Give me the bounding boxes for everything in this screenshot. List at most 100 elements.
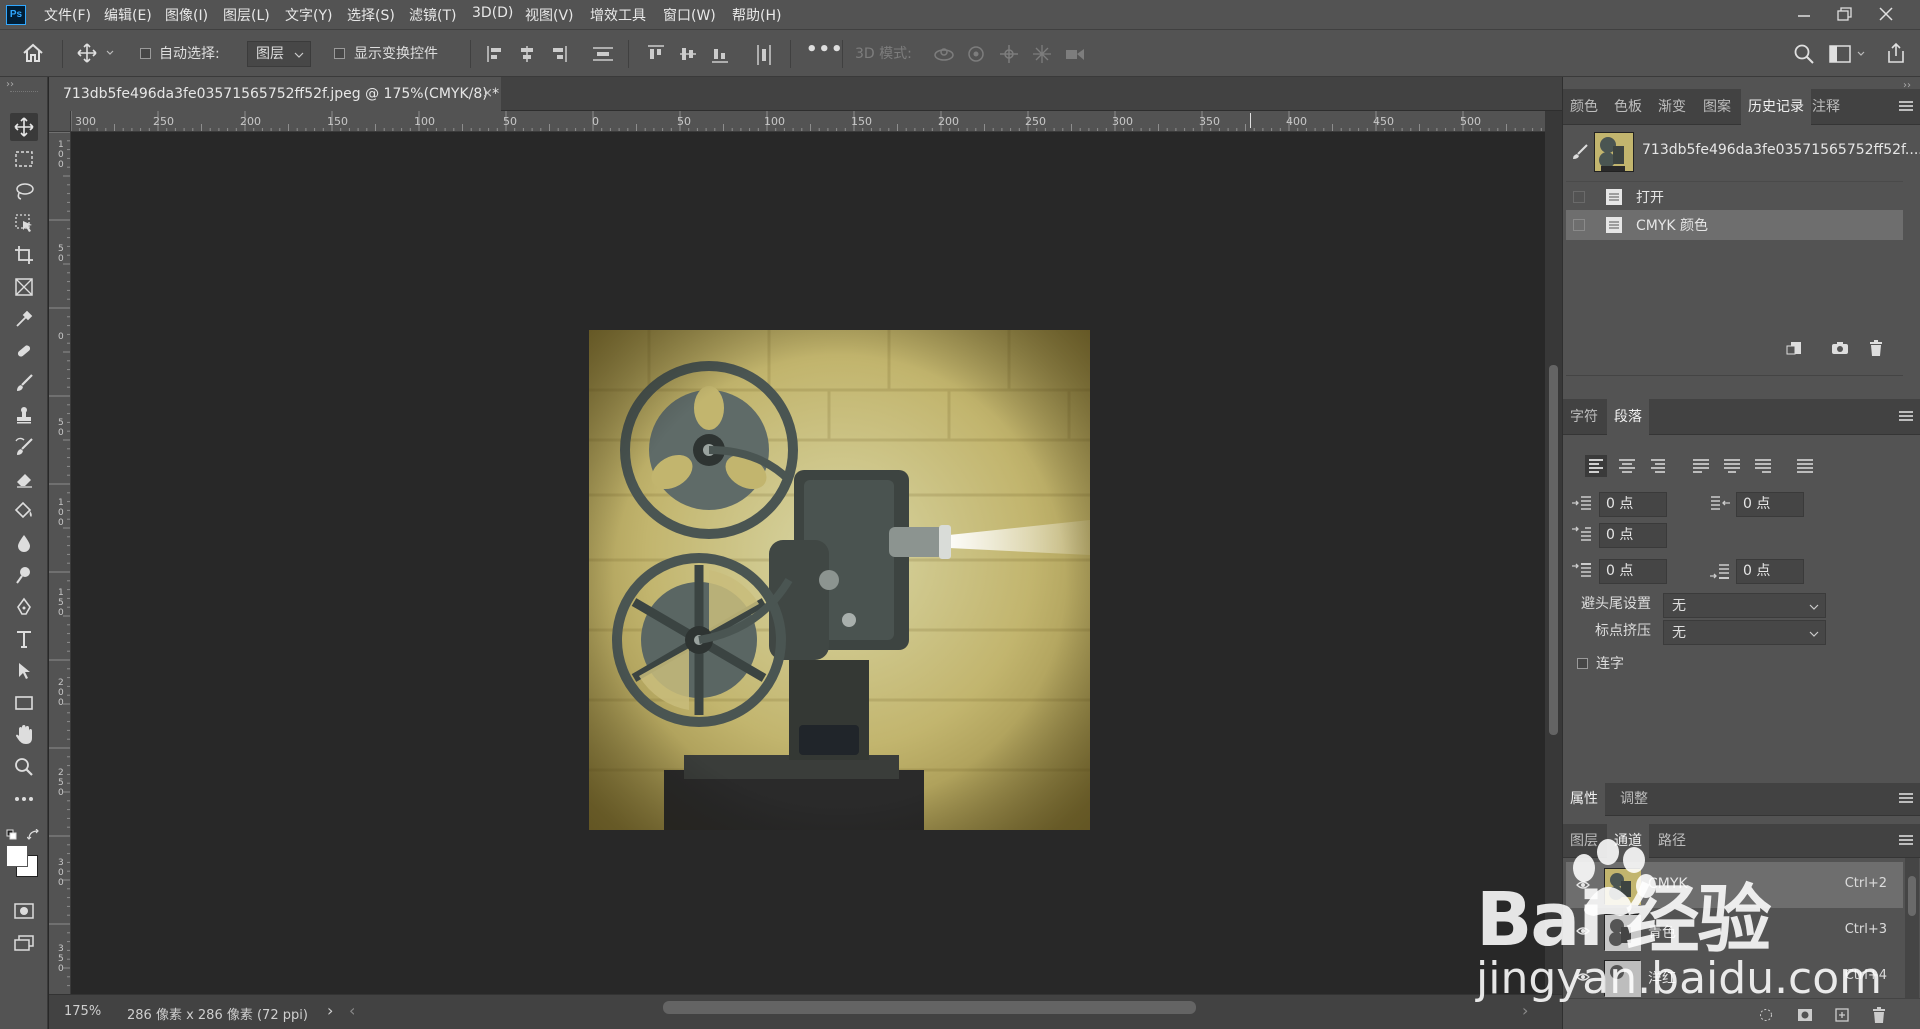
eye-icon[interactable] bbox=[1576, 924, 1590, 938]
panel-menu-icon[interactable] bbox=[1899, 835, 1913, 845]
ruler-origin[interactable] bbox=[49, 111, 71, 132]
channel-row-cyan[interactable]: 青色 Ctrl+3 bbox=[1566, 908, 1903, 954]
channels-scrollbar[interactable] bbox=[1905, 858, 1919, 998]
tab-character[interactable]: 字符 bbox=[1563, 399, 1605, 435]
tab-paths[interactable]: 路径 bbox=[1651, 824, 1693, 858]
history-brush-icon[interactable] bbox=[10, 433, 38, 461]
menu-view[interactable]: 视图(V) bbox=[525, 5, 574, 25]
distribute-icon[interactable] bbox=[592, 44, 614, 64]
kinsoku-dropdown[interactable]: 无 bbox=[1663, 593, 1826, 618]
share-icon[interactable] bbox=[1885, 42, 1907, 64]
healing-brush-icon[interactable] bbox=[10, 337, 38, 365]
pen-icon[interactable] bbox=[10, 593, 38, 621]
auto-select-checkbox[interactable] bbox=[140, 48, 151, 59]
hand-icon[interactable] bbox=[10, 721, 38, 749]
hyphenate-checkbox[interactable] bbox=[1577, 658, 1588, 669]
move-tool-preset-icon[interactable] bbox=[76, 42, 116, 64]
default-colors-icon[interactable] bbox=[6, 829, 18, 841]
eyedropper-icon[interactable] bbox=[10, 305, 38, 333]
snapshot-thumbnail[interactable] bbox=[1594, 132, 1634, 172]
status-menu-arrow[interactable]: › bbox=[327, 1001, 333, 1020]
minimize-icon[interactable] bbox=[1784, 0, 1824, 30]
tab-history[interactable]: 历史记录 bbox=[1741, 89, 1811, 125]
blur-icon[interactable] bbox=[10, 529, 38, 557]
indent-left-input[interactable]: 0 点 bbox=[1599, 492, 1667, 517]
menu-file[interactable]: 文件(F) bbox=[44, 5, 91, 25]
align-right-edges-icon[interactable] bbox=[548, 44, 568, 64]
auto-select-target-dropdown[interactable]: 图层 bbox=[247, 41, 311, 67]
horizontal-ruler[interactable]: 300 250 200 150 100 50 0 50 100 150 200 … bbox=[71, 111, 1545, 132]
eye-icon[interactable] bbox=[1576, 970, 1590, 984]
more-options-button[interactable]: ••• bbox=[806, 39, 844, 60]
horizontal-scroll-thumb[interactable] bbox=[663, 1001, 1196, 1014]
workspace-icon[interactable] bbox=[1829, 44, 1869, 64]
menu-type[interactable]: 文字(Y) bbox=[285, 5, 332, 25]
vertical-ruler[interactable]: 1 0 0 5 0 0 5 0 1 0 0 1 5 0 2 0 0 2 5 0 … bbox=[49, 132, 71, 994]
tab-layers[interactable]: 图层 bbox=[1563, 824, 1605, 858]
snapshot-name[interactable]: 713db5fe496da3fe03571565752ff52f.... bbox=[1642, 142, 1920, 158]
document-image[interactable] bbox=[589, 330, 1090, 830]
indent-first-line-input[interactable]: 0 点 bbox=[1599, 523, 1667, 548]
justify-last-center-icon[interactable] bbox=[1721, 455, 1743, 477]
zoom-level[interactable]: 175% bbox=[64, 1004, 101, 1019]
paint-bucket-icon[interactable] bbox=[10, 497, 38, 525]
scroll-left-arrow[interactable]: ‹ bbox=[349, 1001, 355, 1020]
swap-colors-icon[interactable] bbox=[27, 829, 41, 841]
justify-last-right-icon[interactable] bbox=[1752, 455, 1774, 477]
crop-icon[interactable] bbox=[10, 241, 38, 269]
align-top-edges-icon[interactable] bbox=[646, 44, 666, 64]
new-document-from-state-icon[interactable] bbox=[1786, 340, 1804, 356]
zoom-icon[interactable] bbox=[10, 753, 38, 781]
menu-filter[interactable]: 滤镜(T) bbox=[409, 5, 456, 25]
lasso-icon[interactable] bbox=[10, 177, 38, 205]
align-bottom-edges-icon[interactable] bbox=[710, 44, 730, 64]
dodge-icon[interactable] bbox=[10, 561, 38, 589]
history-brush-source-icon[interactable] bbox=[1571, 143, 1589, 161]
eye-icon[interactable] bbox=[1576, 878, 1590, 892]
brush-icon[interactable] bbox=[10, 369, 38, 397]
align-text-left-icon[interactable] bbox=[1585, 455, 1607, 477]
panel-menu-icon[interactable] bbox=[1899, 101, 1913, 111]
rectangular-marquee-icon[interactable] bbox=[10, 145, 38, 173]
close-window-icon[interactable] bbox=[1866, 0, 1906, 30]
tab-channels[interactable]: 通道 bbox=[1607, 824, 1649, 858]
align-left-edges-icon[interactable] bbox=[486, 44, 506, 64]
menu-edit[interactable]: 编辑(E) bbox=[104, 5, 152, 25]
collapse-toolbar-icon[interactable]: ›› bbox=[6, 79, 14, 90]
type-tool-icon[interactable] bbox=[10, 625, 38, 653]
tab-patterns[interactable]: 图案 bbox=[1696, 89, 1738, 125]
restore-icon[interactable] bbox=[1824, 0, 1864, 30]
rectangle-shape-icon[interactable] bbox=[10, 689, 38, 717]
quick-mask-icon[interactable] bbox=[10, 897, 38, 925]
close-tab-icon[interactable]: × bbox=[482, 77, 493, 111]
menu-3d[interactable]: 3D(D) bbox=[472, 5, 513, 21]
frame-tool-icon[interactable] bbox=[10, 273, 38, 301]
delete-channel-icon[interactable] bbox=[1872, 1007, 1886, 1023]
align-text-center-icon[interactable] bbox=[1616, 455, 1638, 477]
history-item[interactable]: 打开 bbox=[1566, 181, 1903, 211]
tab-properties[interactable]: 属性 bbox=[1563, 783, 1605, 816]
menu-plugins[interactable]: 增效工具 bbox=[590, 5, 646, 25]
tab-gradients[interactable]: 渐变 bbox=[1651, 89, 1693, 125]
channel-row-cmyk[interactable]: CMYK Ctrl+2 bbox=[1566, 862, 1903, 908]
menu-select[interactable]: 选择(S) bbox=[347, 5, 395, 25]
menu-help[interactable]: 帮助(H) bbox=[732, 5, 781, 25]
tab-swatches[interactable]: 色板 bbox=[1607, 89, 1649, 125]
document-tab[interactable]: 713db5fe496da3fe03571565752ff52f.jpeg @ … bbox=[49, 77, 501, 111]
path-selection-icon[interactable] bbox=[10, 657, 38, 685]
scroll-right-arrow[interactable]: › bbox=[1522, 1001, 1528, 1020]
new-snapshot-icon[interactable] bbox=[1831, 341, 1849, 355]
tab-paragraph[interactable]: 段落 bbox=[1607, 399, 1649, 435]
load-channel-selection-icon[interactable] bbox=[1759, 1008, 1773, 1022]
history-source-checkbox[interactable] bbox=[1573, 219, 1585, 231]
align-vertical-centers-icon[interactable] bbox=[678, 44, 698, 64]
search-icon[interactable] bbox=[1793, 43, 1815, 65]
foreground-color-swatch[interactable] bbox=[6, 845, 28, 867]
home-icon[interactable] bbox=[22, 43, 44, 63]
align-horizontal-centers-icon[interactable] bbox=[517, 44, 537, 64]
more-tools-icon[interactable] bbox=[10, 785, 38, 813]
move-tool-icon[interactable] bbox=[10, 113, 38, 141]
show-transform-checkbox[interactable] bbox=[334, 48, 345, 59]
panel-menu-icon[interactable] bbox=[1899, 793, 1913, 803]
indent-right-input[interactable]: 0 点 bbox=[1736, 492, 1804, 517]
